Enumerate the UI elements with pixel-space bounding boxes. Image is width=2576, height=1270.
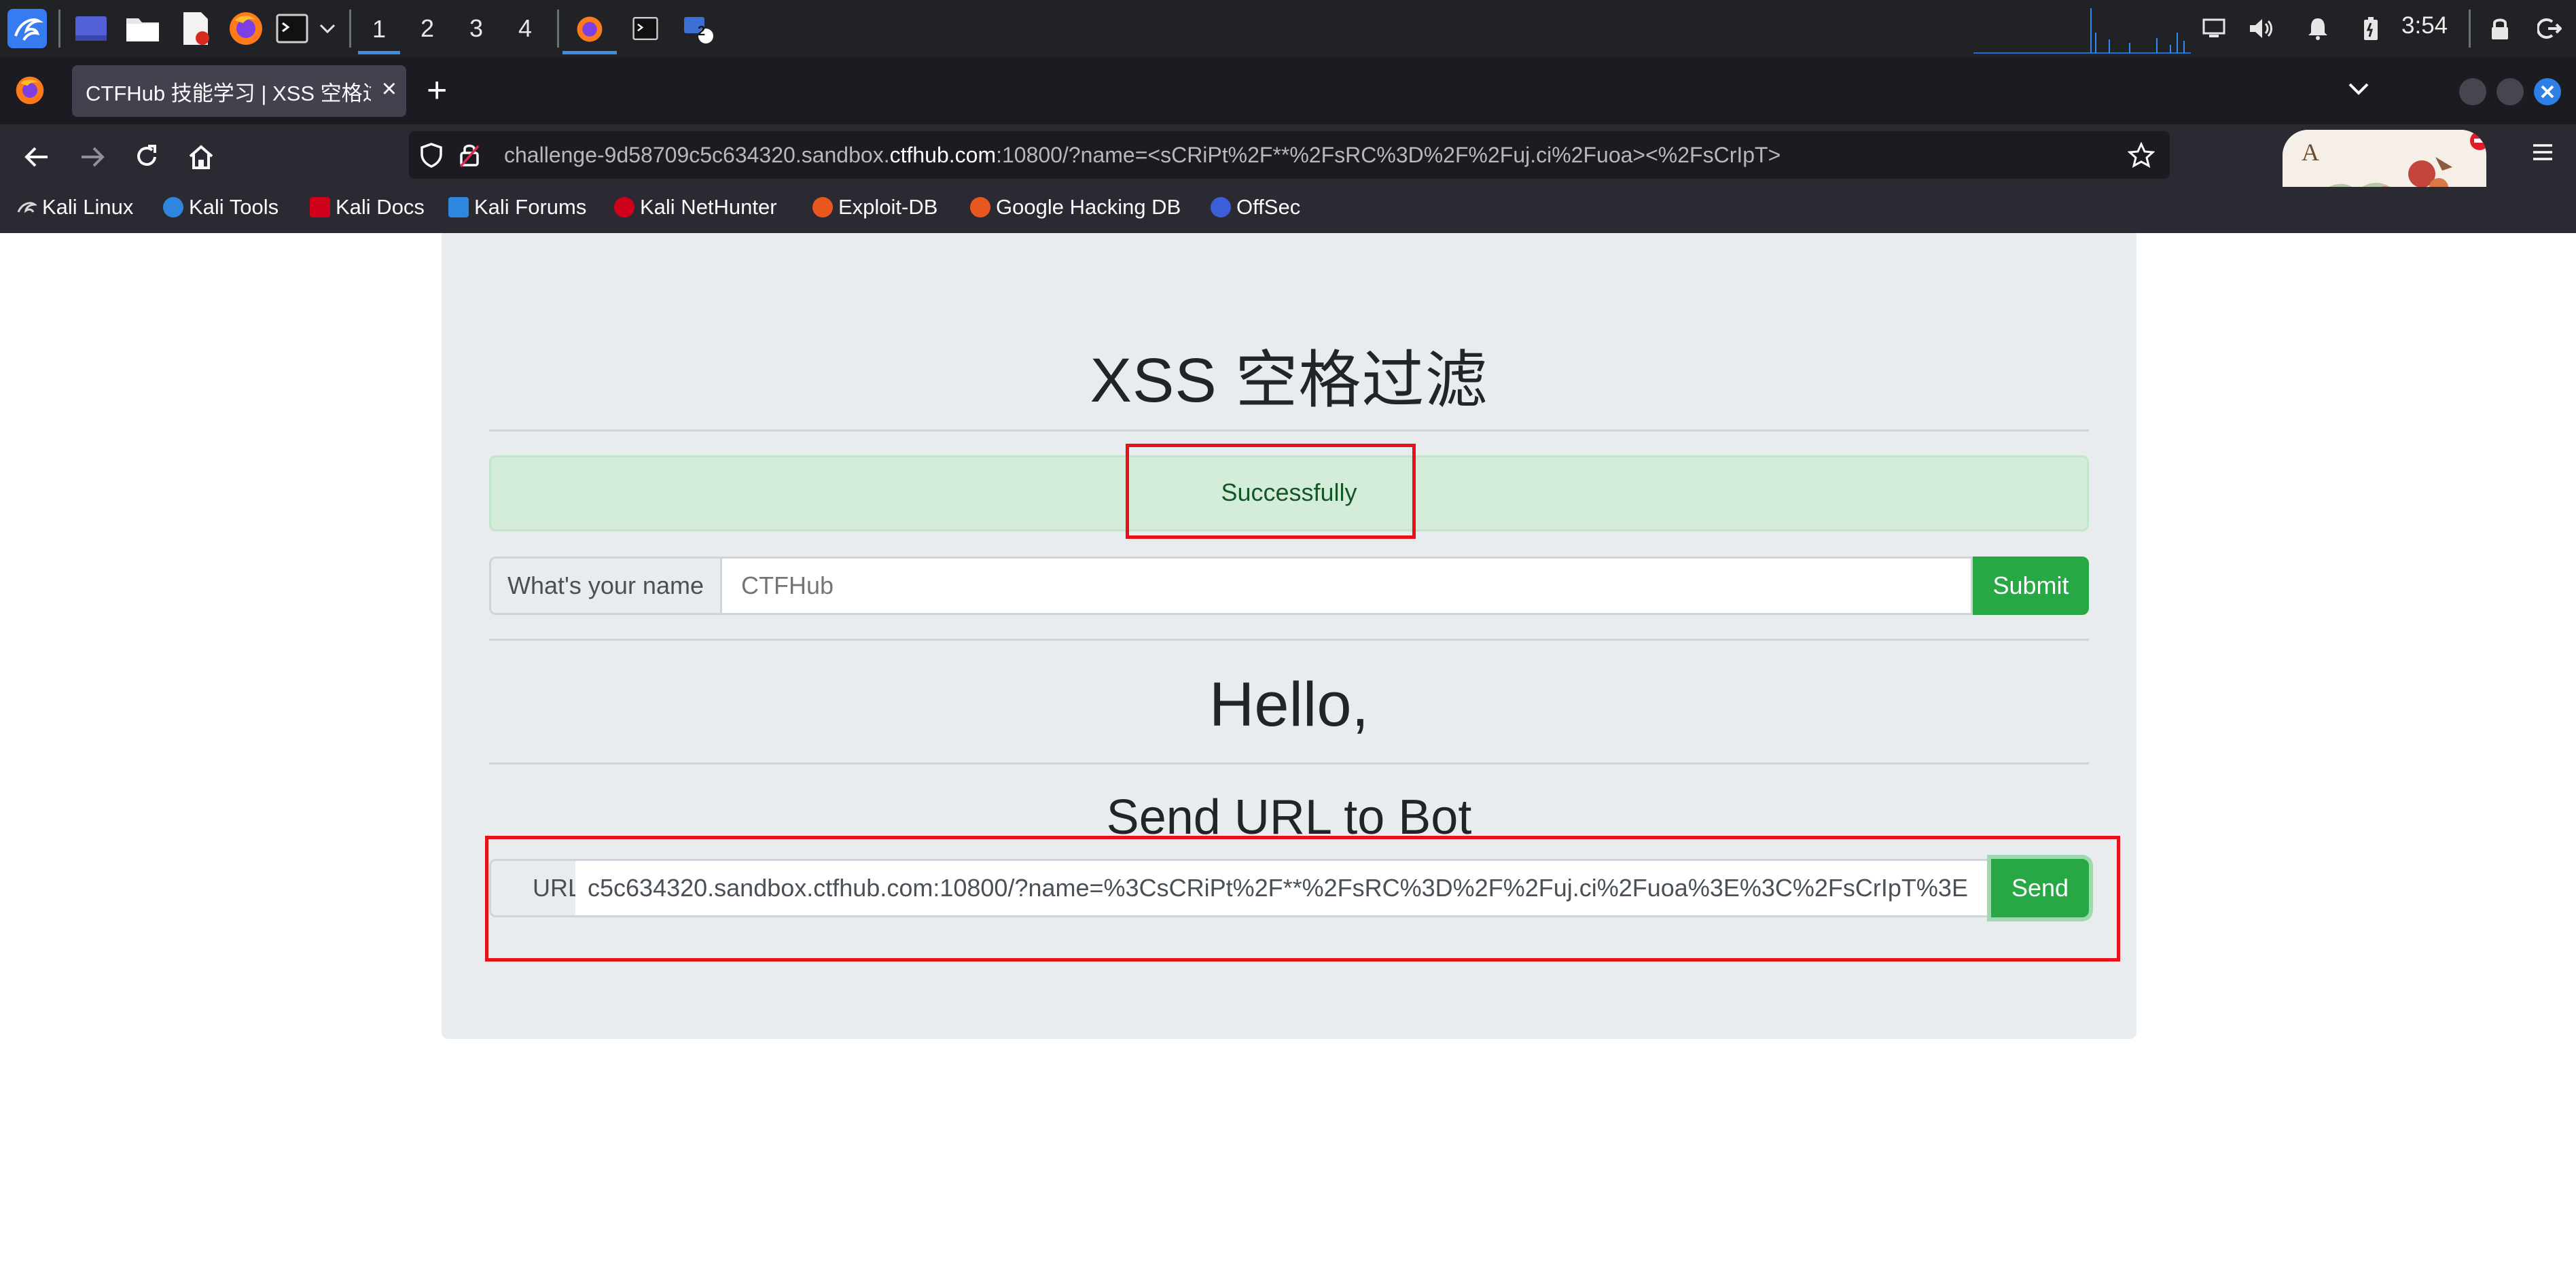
window-count-badge: 2 bbox=[698, 24, 706, 39]
workspace-1[interactable]: 1 bbox=[358, 7, 400, 54]
divider bbox=[489, 639, 2089, 641]
kali-dragon-icon bbox=[16, 197, 38, 217]
workspace-2[interactable]: 2 bbox=[406, 7, 448, 50]
challenge-container: XSS 空格过滤 Successfully What's your name S… bbox=[442, 233, 2136, 1039]
google-hacking-db-icon bbox=[970, 197, 990, 217]
panel-separator bbox=[557, 10, 559, 48]
bookmark-kali-forums[interactable]: Kali Forums bbox=[448, 195, 586, 219]
bookmark-google-hacking-db[interactable]: Google Hacking DB bbox=[970, 195, 1181, 219]
hello-heading: Hello, bbox=[1209, 670, 1370, 739]
bookmark-label: Google Hacking DB bbox=[996, 195, 1181, 219]
url-domain: ctfhub.com bbox=[889, 143, 997, 167]
bookmark-label: Kali NetHunter bbox=[640, 195, 777, 219]
bookmark-label: OffSec bbox=[1236, 195, 1301, 219]
kali-docs-icon bbox=[310, 197, 330, 217]
panel-separator bbox=[349, 10, 351, 48]
minimize-window-button[interactable] bbox=[2459, 78, 2486, 105]
page-title: XSS 空格过滤 bbox=[1090, 346, 1488, 415]
logout-icon[interactable] bbox=[2530, 7, 2569, 50]
workspace-3[interactable]: 3 bbox=[455, 7, 497, 50]
notification-icon[interactable] bbox=[2301, 7, 2335, 50]
bookmarks-toolbar: Kali Linux Kali Tools Kali Docs Kali For… bbox=[0, 187, 2576, 233]
bookmark-kali-tools[interactable]: Kali Tools bbox=[163, 195, 279, 219]
chevron-down-icon[interactable] bbox=[314, 7, 341, 50]
reload-button[interactable] bbox=[126, 137, 167, 177]
tab-title: CTFHub 技能学习 | XSS 空格过滤 bbox=[86, 81, 371, 105]
close-window-button[interactable] bbox=[2534, 78, 2561, 105]
name-form: What's your name Submit bbox=[489, 557, 2089, 615]
lock-icon[interactable] bbox=[2481, 7, 2519, 50]
home-button[interactable] bbox=[181, 137, 221, 177]
divider bbox=[489, 762, 2089, 764]
maximize-window-button[interactable] bbox=[2497, 78, 2524, 105]
firefox-view-icon[interactable] bbox=[15, 75, 46, 107]
name-input[interactable] bbox=[722, 557, 1973, 615]
insecure-lock-icon[interactable] bbox=[459, 142, 480, 174]
name-label: What's your name bbox=[489, 557, 722, 615]
send-url-form: URL c5c634320.sandbox.ctfhub.com:10800/?… bbox=[489, 859, 2089, 917]
url-input-value: c5c634320.sandbox.ctfhub.com:10800/?name… bbox=[588, 874, 1968, 902]
divider bbox=[489, 429, 2089, 431]
shield-icon[interactable] bbox=[420, 142, 443, 174]
offsec-icon bbox=[1211, 197, 1231, 217]
battery-icon[interactable] bbox=[2354, 7, 2388, 50]
app-menu-icon[interactable] bbox=[2530, 141, 2560, 171]
kali-menu-icon[interactable] bbox=[5, 7, 49, 50]
send-url-heading: Send URL to Bot bbox=[1106, 790, 1472, 845]
firefox-icon[interactable] bbox=[224, 7, 268, 50]
text-editor-icon[interactable] bbox=[174, 7, 217, 50]
new-tab-button[interactable]: + bbox=[427, 71, 447, 109]
bookmark-label: Exploit-DB bbox=[838, 195, 938, 219]
desktop-icon[interactable] bbox=[69, 7, 113, 50]
bookmark-label: Kali Linux bbox=[42, 195, 134, 219]
firefox-window-icon[interactable] bbox=[562, 7, 617, 54]
kali-tools-icon bbox=[163, 197, 183, 217]
app-window-icon[interactable]: 2 bbox=[677, 7, 720, 50]
panel-separator bbox=[2469, 10, 2471, 48]
network-icon[interactable] bbox=[2197, 7, 2231, 50]
clock[interactable]: 3:54 bbox=[2401, 12, 2448, 39]
alert-text: Successfully bbox=[1221, 478, 1357, 506]
top-panel: 1 2 3 4 2 3:54 bbox=[0, 0, 2576, 58]
address-bar[interactable]: challenge-9d58709c5c634320.sandbox.ctfhu… bbox=[409, 131, 2170, 179]
tab-bar: CTFHub 技能学习 | XSS 空格过滤 × + bbox=[0, 58, 2576, 124]
list-all-tabs-icon[interactable] bbox=[2347, 73, 2370, 104]
bookmark-label: Kali Tools bbox=[189, 195, 279, 219]
bookmark-exploit-db[interactable]: Exploit-DB bbox=[812, 195, 937, 219]
kali-forums-icon bbox=[448, 197, 469, 217]
tab-ctfhub[interactable]: CTFHub 技能学习 | XSS 空格过滤 × bbox=[72, 65, 406, 117]
bookmark-label: Kali Forums bbox=[474, 195, 587, 219]
desktop-screen: 1 2 3 4 2 3:54 CTFHub 技能学习 | XSS 空格 × + … bbox=[0, 0, 2576, 1270]
submit-button[interactable]: Submit bbox=[1973, 557, 2089, 615]
terminal-icon[interactable] bbox=[273, 7, 311, 50]
url-input[interactable]: c5c634320.sandbox.ctfhub.com:10800/?name… bbox=[575, 859, 1991, 917]
url-prefix: challenge-9d58709c5c634320.sandbox. bbox=[504, 143, 890, 167]
bookmark-kali-nethunter[interactable]: Kali NetHunter bbox=[614, 195, 777, 219]
volume-icon[interactable] bbox=[2244, 7, 2278, 50]
exploit-db-icon bbox=[812, 197, 833, 217]
success-alert: Successfully bbox=[489, 455, 2089, 531]
panel-separator bbox=[58, 10, 60, 48]
workspace-4[interactable]: 4 bbox=[504, 7, 546, 50]
bookmark-star-icon[interactable] bbox=[2127, 141, 2155, 174]
svg-text:A: A bbox=[2302, 139, 2319, 166]
network-activity-graph bbox=[1973, 8, 2191, 54]
bookmark-kali-linux[interactable]: Kali Linux bbox=[16, 195, 133, 219]
terminal-window-icon[interactable] bbox=[624, 7, 667, 50]
kali-nethunter-icon bbox=[614, 197, 634, 217]
forward-button[interactable] bbox=[72, 137, 113, 177]
back-button[interactable] bbox=[16, 137, 57, 177]
bookmark-kali-docs[interactable]: Kali Docs bbox=[310, 195, 425, 219]
web-page: XSS 空格过滤 Successfully What's your name S… bbox=[0, 233, 2576, 1270]
navigation-bar: challenge-9d58709c5c634320.sandbox.ctfhu… bbox=[0, 124, 2576, 230]
bookmark-offsec[interactable]: OffSec bbox=[1211, 195, 1300, 219]
file-manager-icon[interactable] bbox=[121, 7, 164, 50]
bookmark-label: Kali Docs bbox=[336, 195, 425, 219]
url-suffix: :10800/?name=<sCRiPt%2F**%2FsRC%3D%2F%2F… bbox=[996, 143, 1781, 167]
send-button[interactable]: Send bbox=[1991, 859, 2089, 917]
url-text[interactable]: challenge-9d58709c5c634320.sandbox.ctfhu… bbox=[504, 143, 1781, 168]
tab-close-icon[interactable]: × bbox=[382, 75, 397, 104]
